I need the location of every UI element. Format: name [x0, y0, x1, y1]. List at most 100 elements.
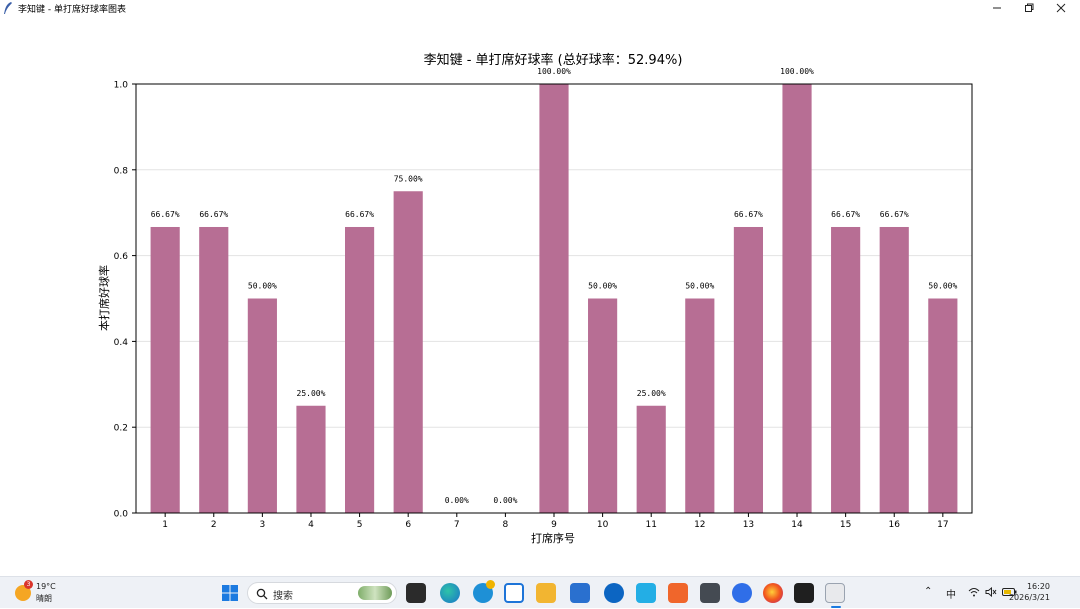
- window-title: 李知键 - 单打席好球率图表: [18, 4, 126, 15]
- bar: [782, 84, 812, 513]
- y-tick-label: 0.8: [114, 166, 129, 176]
- x-tick-label: 15: [840, 520, 851, 530]
- search-highlight-image-icon: [358, 586, 392, 600]
- y-tick-label: 1.0: [114, 81, 129, 91]
- x-tick-label: 14: [791, 520, 803, 530]
- bar: [539, 84, 569, 513]
- edge-browser-icon[interactable]: [440, 583, 460, 603]
- bar-value-label: 66.67%: [151, 210, 180, 219]
- taskbar-search[interactable]: 搜索: [247, 582, 397, 604]
- start-button[interactable]: [220, 583, 240, 603]
- bar: [831, 226, 861, 513]
- bar: [733, 226, 763, 513]
- bar-value-label: 25.00%: [297, 389, 326, 398]
- search-icon: [256, 588, 268, 600]
- terminal-icon[interactable]: [794, 583, 814, 603]
- bar-value-label: 66.67%: [734, 210, 763, 219]
- bar: [588, 298, 618, 513]
- x-tick-label: 9: [551, 520, 557, 530]
- bar-value-label: 66.67%: [199, 210, 228, 219]
- bar: [879, 226, 909, 513]
- python-app-icon[interactable]: [825, 583, 845, 608]
- wifi-icon[interactable]: [968, 587, 980, 597]
- bar-value-label: 50.00%: [248, 282, 277, 291]
- x-tick-label: 12: [694, 520, 705, 530]
- weather-temperature: 19°C: [36, 582, 56, 591]
- bar-value-label: 0.00%: [445, 496, 469, 505]
- x-axis-ticks: 1 2 3 4 5 6 7 8 9 10 11 12 13 14 15 16 17: [162, 513, 949, 530]
- firefox-icon[interactable]: [763, 583, 783, 603]
- bar: [247, 298, 277, 513]
- bar-value-label: 100.00%: [780, 67, 814, 76]
- bar: [928, 298, 958, 513]
- file-explorer-icon[interactable]: [536, 583, 556, 603]
- microsoft-store-icon[interactable]: [570, 583, 590, 603]
- messaging-app-icon[interactable]: [473, 580, 495, 603]
- input-method-indicator[interactable]: 中: [946, 586, 956, 601]
- search-placeholder: 搜索: [273, 591, 293, 602]
- bar-value-label: 75.00%: [394, 174, 423, 183]
- weather-description: 晴朗: [36, 594, 52, 603]
- bar-value-label: 66.67%: [880, 210, 909, 219]
- x-tick-label: 8: [503, 520, 509, 530]
- bar: [345, 226, 375, 513]
- chevron-up-icon[interactable]: ⌃: [924, 586, 932, 597]
- minimize-icon: [993, 7, 1001, 9]
- hp-app-icon[interactable]: [604, 583, 624, 603]
- chat-app-icon[interactable]: [732, 583, 752, 603]
- speaker-muted-icon[interactable]: [985, 587, 997, 597]
- restore-button[interactable]: [1012, 0, 1046, 16]
- bar: [199, 226, 229, 513]
- x-tick-label: 2: [211, 520, 217, 530]
- bar-value-label: 66.67%: [831, 210, 860, 219]
- bar-value-label: 25.00%: [637, 389, 666, 398]
- clock-time[interactable]: 16:20: [1027, 582, 1050, 591]
- taobao-icon[interactable]: [668, 583, 688, 603]
- y-axis-ticks: 0.0 0.2 0.4 0.6 0.8 1.0: [114, 81, 136, 520]
- close-button[interactable]: [1044, 0, 1078, 16]
- chart-window-content: 李知键 - 单打席好球率 (总好球率：52.94%) 66.67% 66.67% 5…: [0, 16, 1080, 576]
- task-view-icon[interactable]: [406, 583, 426, 603]
- y-tick-label: 0.6: [114, 252, 129, 262]
- title-bar: 李知键 - 单打席好球率图表: [0, 0, 1080, 16]
- weather-widget[interactable]: 3 19°C 晴朗: [0, 577, 70, 609]
- bar: [685, 298, 715, 513]
- taskbar: 3 19°C 晴朗 搜索 ⌃ 中 16:20 2026/3/21: [0, 576, 1080, 608]
- bar-value-label: 50.00%: [928, 282, 957, 291]
- y-tick-label: 0.2: [114, 424, 128, 434]
- phone-link-icon[interactable]: [504, 583, 524, 603]
- x-tick-label: 7: [454, 520, 460, 530]
- clock-date[interactable]: 2026/3/21: [1009, 593, 1050, 602]
- bar: [150, 226, 180, 513]
- notification-dot-icon: [486, 580, 495, 589]
- chart-title: 李知键 - 单打席好球率 (总好球率：52.94%): [424, 52, 683, 68]
- x-tick-label: 13: [743, 520, 754, 530]
- weather-badge: 3: [24, 580, 33, 589]
- bar-value-label: 50.00%: [588, 282, 617, 291]
- y-tick-label: 0.4: [114, 338, 129, 348]
- bar-value-label: 50.00%: [685, 282, 714, 291]
- bar-value-label: 0.00%: [493, 496, 517, 505]
- y-axis-label: 本打席好球率: [97, 265, 111, 331]
- y-tick-label: 0.0: [114, 510, 129, 520]
- x-tick-label: 17: [937, 520, 948, 530]
- bar: [393, 191, 423, 513]
- bar: [296, 405, 326, 513]
- bar-chart: 李知键 - 单打席好球率 (总好球率：52.94%) 66.67% 66.67% 5…: [97, 52, 973, 545]
- bar-value-label: 100.00%: [537, 67, 571, 76]
- x-tick-label: 6: [405, 520, 411, 530]
- windows-logo-icon: [222, 585, 238, 601]
- minimize-button[interactable]: [980, 0, 1014, 16]
- x-tick-label: 10: [597, 520, 609, 530]
- close-icon: [1056, 3, 1066, 13]
- restore-icon: [1025, 3, 1034, 12]
- bar: [636, 405, 666, 513]
- x-tick-label: 16: [889, 520, 901, 530]
- x-tick-label: 11: [645, 520, 656, 530]
- bilibili-icon[interactable]: [636, 583, 656, 603]
- calculator-icon[interactable]: [700, 583, 720, 603]
- bars: [150, 84, 958, 513]
- x-tick-label: 3: [260, 520, 266, 530]
- x-tick-label: 4: [308, 520, 314, 530]
- x-tick-label: 5: [357, 520, 363, 530]
